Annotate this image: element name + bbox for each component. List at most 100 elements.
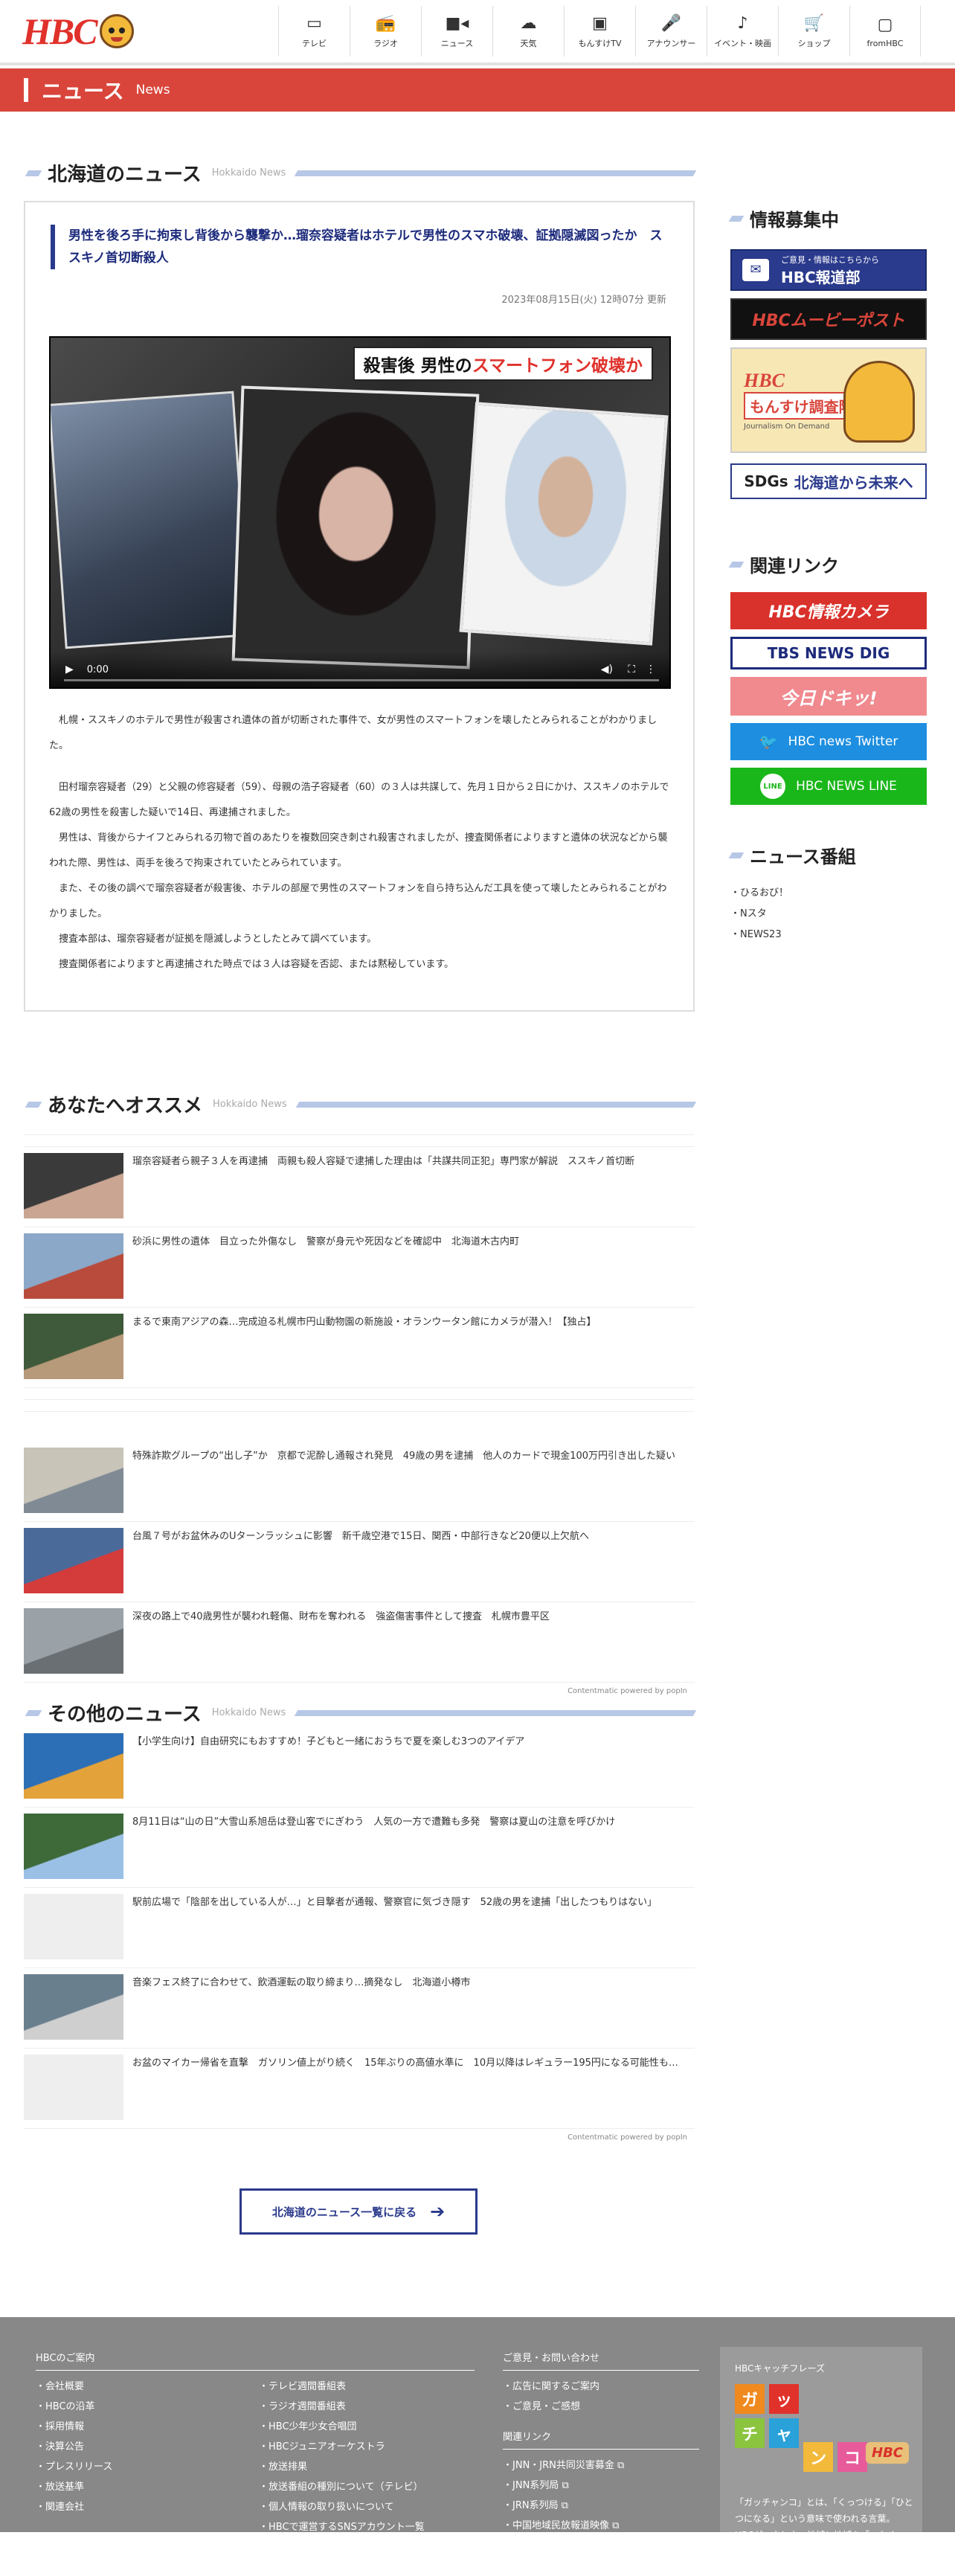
- footer-link[interactable]: ・放送番組の種別について（テレビ）: [259, 2477, 425, 2497]
- popin-credit[interactable]: Contentmatic powered by popIn: [24, 2129, 695, 2146]
- list-item[interactable]: まるで東南アジアの森…完成迫る札幌市円山動物園の新施設・オランウータン館にカメラ…: [24, 1308, 695, 1388]
- news-title-link[interactable]: 8月11日は“山の日”大雪山系旭岳は登山客でにぎわう 人気の一方で遭難も多発 警…: [132, 1814, 615, 1831]
- footer-link[interactable]: ・プレスリリース: [36, 2457, 259, 2477]
- news-thumbnail[interactable]: [24, 1974, 123, 2040]
- line-link[interactable]: LINE HBC NEWS LINE: [730, 768, 927, 805]
- sidebar: 情報募集中 ✉ ご意見・情報はこちらから HBC報道部 HBCムービーポスト HB…: [728, 205, 927, 945]
- news-thumbnail[interactable]: [24, 1233, 123, 1299]
- footer-contact: ご意見・お問い合わせ ・広告に関するご案内 ・ご意見・ご感想 関連リンク ・JNN…: [503, 2350, 699, 2536]
- list-item[interactable]: お盆のマイカー帰省を直撃 ガソリン値上がり続く 15年ぶりの高値水準に 10月以…: [24, 2049, 695, 2129]
- list-item[interactable]: 特殊詐欺グループの“出し子”か 京都で泥酔し通報され発見 49歳の男を逮捕 他人…: [24, 1442, 695, 1522]
- footer-link[interactable]: ・ご意見・ご感想: [503, 2397, 699, 2417]
- caption-part-b: スマートフォン破壊か: [472, 356, 643, 376]
- footer-link[interactable]: ・個人情報の取り扱いについて: [259, 2497, 425, 2517]
- footer-link-text: 個人情報の取り扱いについて: [269, 2502, 394, 2513]
- footer-link[interactable]: ・JNN・JRN共同災害募金 ⧉: [503, 2455, 699, 2476]
- hbc-logo[interactable]: HBC: [22, 10, 134, 52]
- news-title-link[interactable]: 【小学生向け】自由研究にもおすすめ！子どもと一緒におうちで夏を楽しむ3つのアイデ…: [132, 1733, 524, 1751]
- program-link[interactable]: ・Nスタ: [730, 904, 927, 925]
- title-accent: [728, 215, 745, 222]
- footer-link[interactable]: ・中国地域民放報道映像 ⧉: [503, 2516, 699, 2536]
- news-thumbnail[interactable]: [24, 1314, 123, 1379]
- nav-label: ラジオ: [373, 39, 398, 48]
- list-item[interactable]: 台風７号がお盆休みのUターンラッシュに影響 新千歳空港で15日、関西・中部行きな…: [24, 1522, 695, 1602]
- footer-link[interactable]: ・JNN系列局 ⧉: [503, 2476, 699, 2496]
- catch-title: HBCキャッチフレーズ: [735, 2363, 825, 2374]
- news-title-link[interactable]: お盆のマイカー帰省を直撃 ガソリン値上がり続く 15年ぶりの高値水準に 10月以…: [132, 2055, 678, 2072]
- popin-credit[interactable]: Contentmatic powered by popIn: [24, 1683, 695, 1700]
- news-title-link[interactable]: 音楽フェス終了に合わせて、飲酒運転の取り締まり…摘発なし 北海道小樽市: [132, 1974, 470, 1992]
- volume-icon[interactable]: ◀): [601, 664, 613, 675]
- list-item[interactable]: 音楽フェス終了に合わせて、飲酒運転の取り締まり…摘発なし 北海道小樽市: [24, 1968, 695, 2049]
- news-title-link[interactable]: 台風７号がお盆休みのUターンラッシュに影響 新千歳空港で15日、関西・中部行きな…: [132, 1528, 589, 1546]
- external-link-icon: ⧉: [614, 2460, 625, 2471]
- news-thumbnail[interactable]: [24, 1608, 123, 1674]
- tbs-news-dig-link[interactable]: TBS NEWS DIG: [730, 637, 927, 669]
- footer-link[interactable]: ・関連会社: [36, 2497, 259, 2517]
- footer-link[interactable]: ・放送基準: [36, 2477, 259, 2497]
- more-options-icon[interactable]: ⋮: [646, 664, 656, 675]
- caption-part-a: 殺害後 男性の: [363, 356, 472, 376]
- news-thumbnail[interactable]: [24, 1814, 123, 1879]
- news-thumbnail[interactable]: [24, 1528, 123, 1593]
- nav-item[interactable]: ■◂ ニュース: [421, 6, 492, 57]
- news-thumbnail[interactable]: [24, 1153, 123, 1218]
- news-thumbnail[interactable]: [24, 2055, 123, 2120]
- footer-link[interactable]: ・HBCジュニアオーケストラ: [259, 2437, 425, 2457]
- movie-post-banner[interactable]: HBCムービーポスト: [730, 298, 927, 340]
- footer-link[interactable]: ・広告に関するご案内: [503, 2377, 699, 2397]
- other-news-section-title: その他のニュース Hokkaido News: [25, 1699, 697, 1727]
- news-title-link[interactable]: 瑠奈容疑者ら親子３人を再逮捕 両親も殺人容疑で逮捕した理由は「共謀共同正犯」専門…: [132, 1153, 634, 1171]
- nav-item[interactable]: 🛒 ショップ: [778, 6, 849, 57]
- list-item[interactable]: 【小学生向け】自由研究にもおすすめ！子どもと一緒におうちで夏を楽しむ3つのアイデ…: [24, 1727, 695, 1808]
- news-title-link[interactable]: まるで東南アジアの森…完成迫る札幌市円山動物園の新施設・オランウータン館にカメラ…: [132, 1314, 596, 1332]
- footer-link[interactable]: ・テレビ週間番組表: [259, 2377, 425, 2397]
- program-link[interactable]: ・NEWS23: [730, 925, 927, 945]
- list-spacer: [24, 1123, 695, 1135]
- category-title: ニュース: [42, 79, 124, 103]
- footer-link-text: プレスリリース: [45, 2461, 113, 2473]
- report-banner[interactable]: ✉ ご意見・情報はこちらから HBC報道部: [730, 249, 927, 291]
- list-item[interactable]: 8月11日は“山の日”大雪山系旭岳は登山客でにぎわう 人気の一方で遭難も多発 警…: [24, 1808, 695, 1888]
- news-thumbnail[interactable]: [24, 1733, 123, 1799]
- program-link[interactable]: ・ひるおび！: [730, 883, 927, 904]
- news-thumbnail[interactable]: [24, 1894, 123, 1959]
- video-player[interactable]: 殺害後 男性のスマートフォン破壊か ▶ 0:00 ◀) ⛶ ⋮: [49, 336, 671, 689]
- kyou-doki-link[interactable]: 今日ドキッ!: [730, 677, 927, 716]
- footer-link[interactable]: ・HBCの沿革: [36, 2397, 259, 2417]
- news-title-link[interactable]: 深夜の路上で40歳男性が襲われ軽傷、財布を奪われる 強盗傷害事件として捜査 札幌…: [132, 1608, 550, 1626]
- nav-item[interactable]: ☁ 天気: [492, 6, 564, 57]
- news-title-link[interactable]: 砂浜に男性の遺体 目立った外傷なし 警察が身元や死因などを確認中 北海道木古内町: [132, 1233, 519, 1251]
- list-item[interactable]: 砂浜に男性の遺体 目立った外傷なし 警察が身元や死因などを確認中 北海道木古内町: [24, 1227, 695, 1308]
- footer-link[interactable]: ・HBC少年少女合唱団: [259, 2417, 425, 2437]
- news-title-link[interactable]: 駅前広場で「陰部を出している人が…」と目撃者が通報、警察官に気づき隠す 52歳の…: [132, 1894, 657, 1912]
- nav-item[interactable]: 📻 ラジオ: [350, 6, 421, 57]
- nav-item[interactable]: ▣ もんすけTV: [564, 6, 635, 57]
- news-title-link[interactable]: 特殊詐欺グループの“出し子”か 京都で泥酔し通報され発見 49歳の男を逮捕 他人…: [132, 1448, 675, 1465]
- footer-link[interactable]: ・ラジオ週間番組表: [259, 2397, 425, 2417]
- nav-item[interactable]: 🎤 アナウンサー: [635, 6, 707, 57]
- list-item[interactable]: 駅前広場で「陰部を出している人が…」と目撃者が通報、警察官に気づき隠す 52歳の…: [24, 1888, 695, 1968]
- video-progress-bar[interactable]: [64, 679, 659, 681]
- footer-link[interactable]: ・会社概要: [36, 2377, 259, 2397]
- list-item[interactable]: 瑠奈容疑者ら親子３人を再逮捕 両親も殺人容疑で逮捕した理由は「共謀共同正犯」専門…: [24, 1147, 695, 1227]
- fullscreen-icon[interactable]: ⛶: [628, 664, 635, 675]
- twitter-link[interactable]: 🐦 HBC news Twitter: [730, 723, 927, 760]
- nav-item[interactable]: ▭ テレビ: [278, 6, 350, 57]
- footer-link[interactable]: ・決算公告: [36, 2437, 259, 2457]
- nav-item[interactable]: ♪ イベント・映画: [707, 6, 778, 57]
- footer-link[interactable]: ・JRN系列局 ⧉: [503, 2496, 699, 2516]
- list-item[interactable]: 深夜の路上で40歳男性が襲われ軽傷、財布を奪われる 強盗傷害事件として捜査 札幌…: [24, 1602, 695, 1683]
- footer-link[interactable]: ・HBCで運営するSNSアカウント一覧: [259, 2517, 425, 2537]
- nav-item[interactable]: ▢ fromHBC: [849, 6, 921, 57]
- play-icon[interactable]: ▶: [65, 664, 74, 675]
- sdgs-banner[interactable]: SDGs 北海道から未来へ: [730, 463, 927, 499]
- footer-link[interactable]: ・採用情報: [36, 2417, 259, 2437]
- news-thumbnail[interactable]: [24, 1448, 123, 1513]
- back-to-list-button[interactable]: 北海道のニュース一覧に戻る ➔: [239, 2188, 478, 2235]
- monsuke-banner[interactable]: HBC もんすけ調査隊 Journalism On Demand: [730, 347, 927, 453]
- footer-link[interactable]: ・放送排果: [259, 2457, 425, 2477]
- info-camera-link[interactable]: HBC情報カメラ: [730, 592, 927, 629]
- cart-icon: 🛒: [803, 14, 825, 33]
